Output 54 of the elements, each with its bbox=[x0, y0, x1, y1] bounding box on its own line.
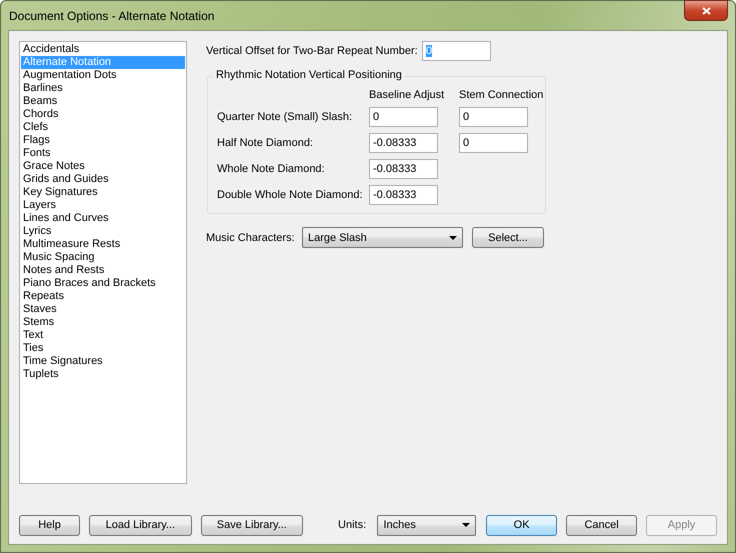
category-item[interactable]: Accidentals bbox=[21, 43, 185, 56]
select-button[interactable]: Select... bbox=[472, 227, 544, 248]
category-item[interactable]: Time Signatures bbox=[21, 355, 185, 368]
dialog-button[interactable]: Cancel bbox=[566, 514, 638, 536]
dropdown[interactable]: Large Slash bbox=[302, 227, 463, 248]
category-item[interactable]: Chords bbox=[21, 108, 185, 121]
category-item[interactable]: Lyrics bbox=[21, 225, 185, 238]
input-field[interactable]: -0.08333 bbox=[369, 133, 438, 153]
category-item[interactable]: Repeats bbox=[21, 290, 185, 303]
field-label: Vertical Offset for Two-Bar Repeat Number: bbox=[206, 45, 419, 57]
input-field[interactable]: -0.08333 bbox=[369, 185, 438, 205]
close-icon bbox=[702, 6, 710, 14]
category-item[interactable]: Barlines bbox=[21, 82, 185, 95]
category-item[interactable]: Clefs bbox=[21, 121, 185, 134]
category-item[interactable]: Ties bbox=[21, 342, 185, 355]
input-field[interactable]: 0 bbox=[459, 107, 528, 127]
footer-button[interactable]: Save Library... bbox=[200, 514, 304, 536]
input-field[interactable]: -0.08333 bbox=[369, 159, 438, 179]
units-dropdown[interactable]: Inches bbox=[377, 514, 476, 536]
field-label: Music Characters: bbox=[206, 232, 296, 244]
dropdown-caret-icon bbox=[462, 523, 470, 527]
field-label: Half Note Diamond: bbox=[217, 137, 314, 149]
category-item[interactable]: Piano Braces and Brackets bbox=[21, 277, 185, 290]
footer-button[interactable]: Help bbox=[19, 514, 80, 536]
category-item[interactable]: Layers bbox=[21, 199, 185, 212]
field-label: Quarter Note (Small) Slash: bbox=[217, 111, 354, 123]
category-item[interactable]: Augmentation Dots bbox=[21, 69, 185, 82]
column-heading: Baseline Adjust bbox=[369, 89, 446, 101]
input-field[interactable]: 0 bbox=[459, 133, 528, 153]
field-label: Whole Note Diamond: bbox=[217, 163, 326, 175]
dropdown-caret-icon bbox=[449, 236, 457, 240]
category-item[interactable]: Flags bbox=[21, 134, 185, 147]
category-item[interactable]: Multimeasure Rests bbox=[21, 238, 185, 251]
close-button[interactable] bbox=[684, 0, 728, 21]
category-item[interactable]: Text bbox=[21, 329, 185, 342]
category-item[interactable]: Grace Notes bbox=[21, 160, 185, 173]
window-title: Document Options - Alternate Notation bbox=[9, 8, 214, 22]
category-item[interactable]: Lines and Curves bbox=[21, 212, 185, 225]
group-title: Rhythmic Notation Vertical Positioning bbox=[213, 69, 405, 81]
footer-button[interactable]: Load Library... bbox=[89, 514, 192, 536]
column-heading: Stem Connection bbox=[459, 89, 544, 101]
category-item[interactable]: Fonts bbox=[21, 147, 185, 160]
category-item[interactable]: Music Spacing bbox=[21, 251, 185, 264]
field-label: Double Whole Note Diamond: bbox=[217, 189, 364, 201]
input-field[interactable]: 0 bbox=[369, 107, 438, 127]
category-item[interactable]: Beams bbox=[21, 95, 185, 108]
dialog-button[interactable]: OK bbox=[486, 514, 558, 536]
category-item[interactable]: Notes and Rests bbox=[21, 264, 185, 277]
category-item[interactable]: Key Signatures bbox=[21, 186, 185, 199]
category-item[interactable]: Grids and Guides bbox=[21, 173, 185, 186]
category-item[interactable]: Tuplets bbox=[21, 368, 185, 381]
category-item[interactable]: Stems bbox=[21, 316, 185, 329]
category-item[interactable]: Staves bbox=[21, 303, 185, 316]
units-label: Units: bbox=[338, 519, 368, 531]
